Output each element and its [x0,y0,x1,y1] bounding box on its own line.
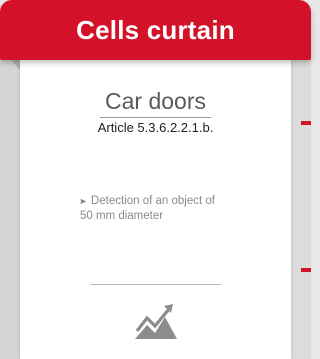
right-band [291,40,311,359]
card-subtitle: Car doors [105,88,206,114]
bullet-arrow-icon: ► [79,196,88,206]
stage: Car doors Article 5.3.6.2.2.1.b. ► Detect… [0,0,311,359]
divider [90,284,221,285]
bullet-text-line2: 50 mm diameter [80,210,164,222]
red-accent-mark-bottom [301,268,311,272]
bullet-text-line1: Detection of an object of [90,195,215,207]
trend-chart-icon [135,304,177,339]
info-card[interactable]: Car doors Article 5.3.6.2.2.1.b. ► Detect… [20,38,291,359]
header-title: Cells curtain [76,14,235,45]
subtitle-underline [100,117,211,118]
article-reference: Article 5.3.6.2.2.1.b. [97,120,214,135]
bullet-item: ► Detection of an object of 50 mm diamete… [79,194,259,224]
left-band [0,48,20,359]
header-ribbon[interactable]: Cells curtain [0,0,311,60]
red-accent-mark-top [301,121,311,125]
